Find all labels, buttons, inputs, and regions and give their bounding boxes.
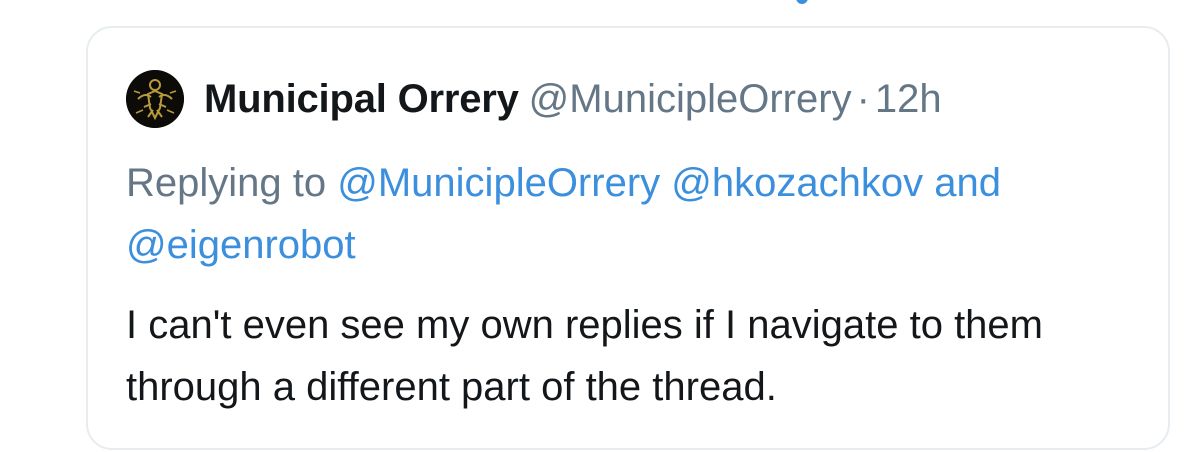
profile-avatar-icon[interactable] [126, 70, 184, 128]
clipped-link-fragment [796, 0, 808, 4]
metadata-separator: · [856, 76, 870, 121]
tweet-header: Municipal Orrery @MunicipleOrrery · 12h [126, 68, 942, 130]
mention-link[interactable]: @MunicipleOrrery [337, 161, 660, 205]
author-display-name[interactable]: Municipal Orrery [204, 77, 519, 122]
reply-context: Replying to @MunicipleOrrery @hkozachkov… [126, 152, 1136, 276]
author-handle[interactable]: @MunicipleOrrery [529, 77, 852, 122]
tweet-body-text: I can't even see my own replies if I nav… [126, 303, 1043, 409]
mention-link[interactable]: @hkozachkov [671, 161, 923, 205]
quoted-tweet-card[interactable]: Municipal Orrery @MunicipleOrrery · 12h … [86, 26, 1170, 450]
replying-to-label: Replying to [126, 161, 327, 205]
mention-link[interactable]: @eigenrobot [126, 223, 356, 267]
mention-conjunction: and [934, 161, 1001, 205]
screenshot-canvas: Municipal Orrery @MunicipleOrrery · 12h … [0, 0, 1199, 452]
tweet-timestamp[interactable]: 12h [875, 77, 942, 122]
